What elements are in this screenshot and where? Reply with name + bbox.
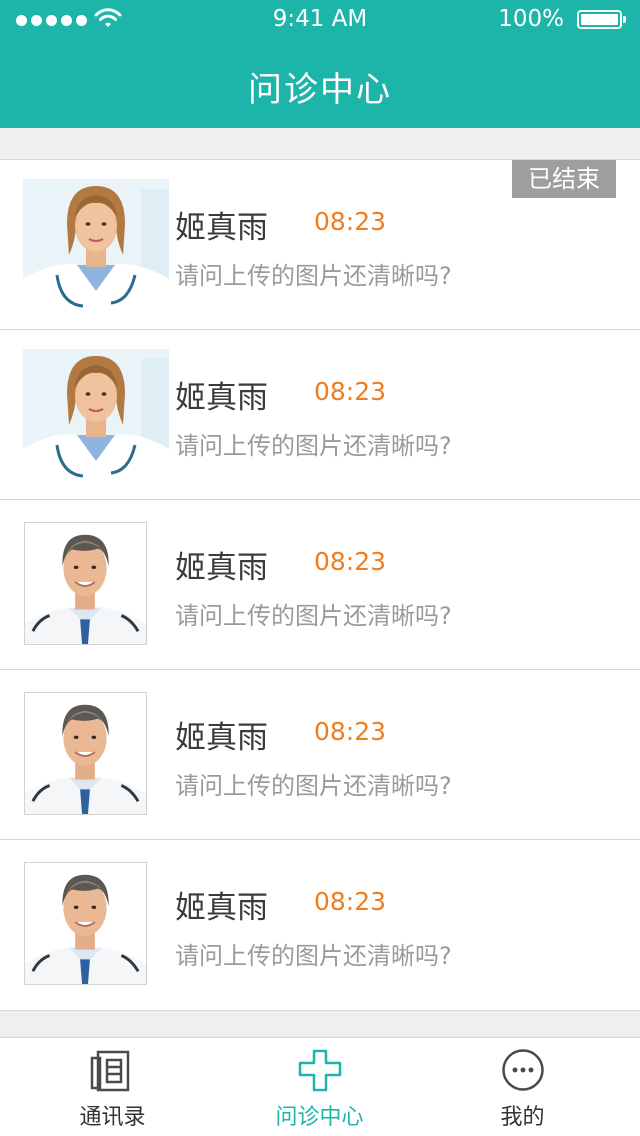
patient-name: 姬真雨 — [175, 720, 268, 756]
message-preview: 请问上传的图片还清晰吗? — [175, 772, 452, 800]
more-circle-icon — [499, 1048, 547, 1094]
patient-name: 姬真雨 — [175, 380, 268, 416]
message-time: 08:23 — [314, 207, 387, 236]
consultation-list: 姬真雨 08:23 请问上传的图片还清晰吗? 已结束 姬真雨 08:23 请问上… — [0, 159, 640, 1011]
medical-cross-icon — [296, 1048, 344, 1094]
patient-name: 姬真雨 — [175, 210, 268, 246]
message-time: 08:23 — [314, 717, 387, 746]
tab-label: 我的 — [500, 1105, 545, 1130]
battery-icon — [577, 10, 626, 29]
message-preview: 请问上传的图片还清晰吗? — [175, 602, 452, 630]
page-title: 问诊中心 — [248, 70, 392, 110]
message-time: 08:23 — [314, 547, 387, 576]
tab-bar: 通讯录 问诊中心 我的 — [0, 1037, 640, 1136]
message-time: 08:23 — [314, 377, 387, 406]
app-header: 9:41 AM 100% 问诊中心 — [0, 0, 640, 128]
consultation-item[interactable]: 姬真雨 08:23 请问上传的图片还清晰吗? — [0, 670, 640, 840]
status-bar: 9:41 AM 100% — [0, 0, 640, 40]
female-doctor-avatar — [23, 349, 169, 485]
message-time: 08:23 — [314, 887, 387, 916]
patient-name: 姬真雨 — [175, 550, 268, 586]
tab-profile[interactable]: 我的 — [416, 1038, 629, 1136]
male-doctor-avatar — [24, 522, 147, 645]
patient-name: 姬真雨 — [175, 890, 268, 926]
female-doctor-avatar — [23, 179, 169, 315]
contacts-icon — [89, 1048, 137, 1094]
tab-label: 问诊中心 — [275, 1105, 364, 1130]
message-preview: 请问上传的图片还清晰吗? — [175, 262, 452, 290]
male-doctor-avatar — [24, 692, 147, 815]
tab-contacts[interactable]: 通讯录 — [6, 1038, 219, 1136]
consultation-item[interactable]: 姬真雨 08:23 请问上传的图片还清晰吗? — [0, 330, 640, 500]
status-badge: 已结束 — [512, 160, 616, 198]
male-doctor-avatar — [24, 862, 147, 985]
message-preview: 请问上传的图片还清晰吗? — [175, 942, 452, 970]
consultation-item[interactable]: 姬真雨 08:23 请问上传的图片还清晰吗? — [0, 500, 640, 670]
consultation-item[interactable]: 姬真雨 08:23 请问上传的图片还清晰吗? — [0, 840, 640, 1010]
tab-consultation-center[interactable]: 问诊中心 — [213, 1038, 426, 1136]
tab-label: 通讯录 — [79, 1105, 146, 1130]
message-preview: 请问上传的图片还清晰吗? — [175, 432, 452, 460]
consultation-item[interactable]: 姬真雨 08:23 请问上传的图片还清晰吗? 已结束 — [0, 160, 640, 330]
battery-percentage: 100% — [498, 6, 564, 32]
